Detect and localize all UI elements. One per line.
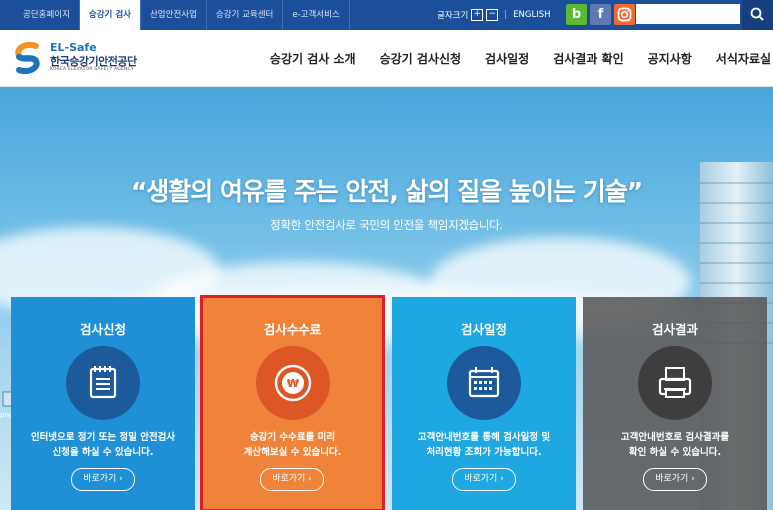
tab-agency-home[interactable]: 공단홈페이지 xyxy=(14,0,80,30)
instagram-icon[interactable] xyxy=(614,4,635,25)
card-inspection-fee[interactable]: 검사수수료 ₩ 승강기 수수료를 미리 계산해보실 수 있습니다. 바로가기 › xyxy=(200,295,385,510)
go-button[interactable]: 바로가기 › xyxy=(643,468,707,491)
main-header: EL-Safe 한국승강기안전공단 KOREA ELEVATOR SAFETY … xyxy=(0,30,773,87)
go-button[interactable]: 바로가기 › xyxy=(260,468,324,491)
card-title: 검사결과 xyxy=(651,322,698,337)
agency-logo[interactable]: EL-Safe 한국승강기안전공단 KOREA ELEVATOR SAFETY … xyxy=(10,40,160,76)
card-inspection-result[interactable]: 검사결과 고객안내번호로 검사결과를 확인 하실 수 있습니다. 바로가기 › xyxy=(583,297,767,510)
nav-notices[interactable]: 공지사항 xyxy=(648,50,692,67)
won-coin-icon: ₩ xyxy=(256,346,330,420)
svg-text:₩: ₩ xyxy=(287,377,299,390)
go-button[interactable]: 바로가기 › xyxy=(452,468,516,491)
card-inspection-apply[interactable]: 검사신청 인터넷으로 정기 또는 정밀 안전검사 신청을 하실 수 있습니다. … xyxy=(11,297,195,510)
card-description-line: 인터넷으로 정기 또는 정밀 안전검사 xyxy=(30,432,176,443)
utility-links: 글자크기 + − | ENGLISH xyxy=(437,0,551,30)
tab-education-center[interactable]: 승강기 교육센터 xyxy=(207,0,284,30)
nav-inspection-schedule[interactable]: 검사일정 xyxy=(485,50,529,67)
top-utility-bar: 공단홈페이지 승강기 검사 산업안전사업 승강기 교육센터 e-고객서비스 글자… xyxy=(0,0,773,30)
facebook-icon[interactable]: f xyxy=(590,4,611,25)
go-button[interactable]: 바로가기 › xyxy=(71,468,135,491)
tab-e-customer-service[interactable]: e-고객서비스 xyxy=(283,0,350,30)
font-size-label: 글자크기 xyxy=(437,11,469,21)
printer-icon xyxy=(638,346,712,420)
card-description-line: 확인 하실 수 있습니다. xyxy=(628,447,722,458)
calendar-icon xyxy=(447,346,521,420)
search-button[interactable] xyxy=(742,0,773,30)
logo-s-icon xyxy=(15,42,40,74)
card-description-line: 승강기 수수료를 미리 xyxy=(249,432,336,443)
card-description-line: 고객안내번호를 통해 검사일정 및 xyxy=(417,432,551,443)
hero-headline: “생활의 여유를 주는 안전, 삶의 질을 높이는 기술” xyxy=(130,177,643,206)
card-title: 검사신청 xyxy=(79,322,126,337)
hero-subline: 정확한 안전검사로 국민의 안전을 책임지겠습니다. xyxy=(270,218,503,232)
card-description: 승강기 수수료를 미리 계산해보실 수 있습니다. xyxy=(202,430,383,460)
nav-inspection-result[interactable]: 검사결과 확인 xyxy=(553,50,623,67)
search-input[interactable] xyxy=(636,4,740,24)
card-description-line: 처리현황 조회가 가능합니다. xyxy=(426,447,542,458)
card-title: 검사수수료 xyxy=(263,322,322,337)
nav-forms-library[interactable]: 서식자료실 xyxy=(716,50,771,67)
card-title: 검사일정 xyxy=(460,322,507,337)
card-description-line: 신청을 하실 수 있습니다. xyxy=(52,447,154,458)
divider: | xyxy=(504,10,508,20)
card-description: 고객안내번호로 검사결과를 확인 하실 수 있습니다. xyxy=(583,430,767,460)
main-navigation: 승강기 검사 소개 승강기 검사신청 검사일정 검사결과 확인 공지사항 서식자… xyxy=(248,30,773,86)
tab-elevator-inspection[interactable]: 승강기 검사 xyxy=(79,0,141,30)
english-link[interactable]: ENGLISH xyxy=(513,10,550,20)
logo-subtitle: KOREA ELEVATOR SAFETY AGENCY xyxy=(50,67,134,72)
nav-inspection-apply[interactable]: 승강기 검사신청 xyxy=(380,50,461,67)
nav-inspection-intro[interactable]: 승강기 검사 소개 xyxy=(270,50,356,67)
font-increase-button[interactable]: + xyxy=(471,9,484,21)
notepad-icon xyxy=(66,346,140,420)
card-description-line: 고객안내번호로 검사결과를 xyxy=(620,432,730,443)
tab-industrial-safety[interactable]: 산업안전사업 xyxy=(141,0,207,30)
font-decrease-button[interactable]: − xyxy=(486,9,499,21)
card-description-line: 계산해보실 수 있습니다. xyxy=(243,447,342,458)
card-inspection-schedule[interactable]: 검사일정 고객안내번호를 통해 검사일정 및 처리현황 조회가 가능합니다. 바… xyxy=(392,297,576,510)
search-icon xyxy=(750,7,764,21)
card-description: 인터넷으로 정기 또는 정밀 안전검사 신청을 하실 수 있습니다. xyxy=(11,430,195,460)
card-description: 고객안내번호를 통해 검사일정 및 처리현황 조회가 가능합니다. xyxy=(392,430,576,460)
site-tabs: 공단홈페이지 승강기 검사 산업안전사업 승강기 교육센터 e-고객서비스 xyxy=(14,0,350,30)
blog-icon[interactable]: b xyxy=(566,4,587,25)
